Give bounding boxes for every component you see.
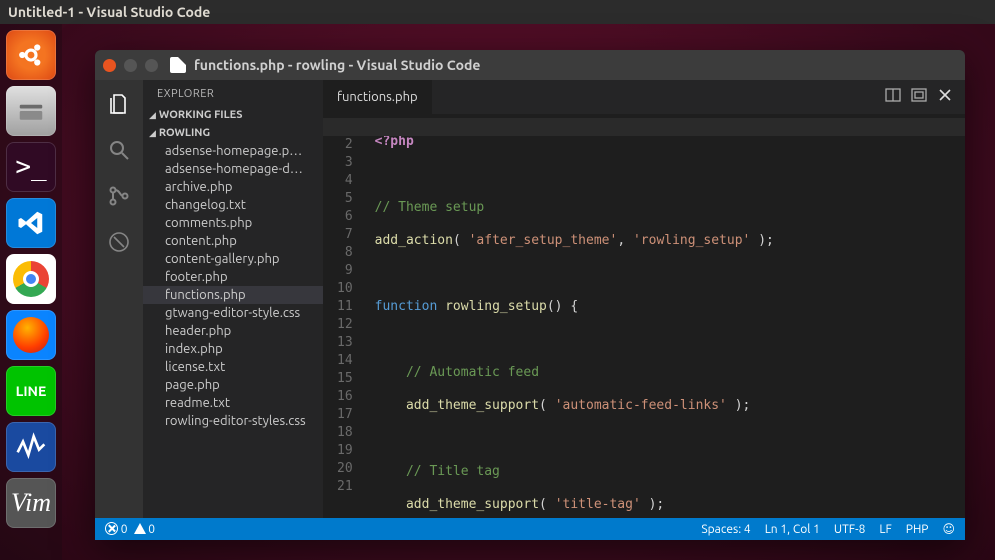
line-number: 9 xyxy=(337,262,353,280)
file-item[interactable]: content-gallery.php xyxy=(143,250,323,268)
line-number: 19 xyxy=(337,442,353,460)
file-item[interactable]: footer.php xyxy=(143,268,323,286)
section-label: ROWLING xyxy=(159,127,210,139)
close-editor-icon[interactable] xyxy=(937,87,953,107)
activity-search-icon[interactable] xyxy=(105,136,133,164)
desktop-top-panel: Untitled-1 - Visual Studio Code xyxy=(0,0,995,24)
editor-tabs: functions.php xyxy=(323,80,965,114)
explorer-sidebar: EXPLORER ◢WORKING FILES ◢ROWLING adsense… xyxy=(143,80,323,518)
line-number: 2 xyxy=(337,136,353,154)
file-item[interactable]: header.php xyxy=(143,322,323,340)
status-bar: 0 0 Spaces: 4 Ln 1, Col 1 UTF-8 LF PHP ☺ xyxy=(95,518,965,540)
line-number: 4 xyxy=(337,172,353,190)
launcher-terminal-icon[interactable]: >_ xyxy=(6,142,56,192)
launcher-firefox-icon[interactable] xyxy=(6,310,56,360)
line-number: 18 xyxy=(337,424,353,442)
line-number: 14 xyxy=(337,352,353,370)
status-errors[interactable]: 0 xyxy=(105,522,128,536)
file-item[interactable]: adsense-homepage-d… xyxy=(143,160,323,178)
editor-area: functions.php 12345678910111213141516171… xyxy=(323,80,965,518)
file-item[interactable]: adsense-homepage.p… xyxy=(143,142,323,160)
status-eol[interactable]: LF xyxy=(879,523,891,536)
line-number: 3 xyxy=(337,154,353,172)
launcher-line-icon[interactable]: LINE xyxy=(6,366,56,416)
window-close-icon[interactable] xyxy=(103,59,116,72)
file-item[interactable]: functions.php xyxy=(143,286,323,304)
status-language[interactable]: PHP xyxy=(906,523,929,536)
launcher-vscode-icon[interactable] xyxy=(6,198,56,248)
line-number: 1 xyxy=(337,118,353,136)
vscode-app-icon xyxy=(170,57,186,73)
line-number: 21 xyxy=(337,478,353,496)
line-number-gutter: 123456789101112131415161718192021 xyxy=(323,114,367,518)
top-panel-title: Untitled-1 - Visual Studio Code xyxy=(8,4,210,20)
launcher-dash-icon[interactable] xyxy=(6,30,56,80)
vscode-window: functions.php - rowling - Visual Studio … xyxy=(95,50,965,540)
file-item[interactable]: readme.txt xyxy=(143,394,323,412)
line-number: 16 xyxy=(337,388,353,406)
status-warnings[interactable]: 0 xyxy=(134,523,156,536)
line-number: 7 xyxy=(337,226,353,244)
status-feedback-icon[interactable]: ☺ xyxy=(942,522,955,536)
launcher-files-icon[interactable] xyxy=(6,86,56,136)
file-list: adsense-homepage.p…adsense-homepage-d…ar… xyxy=(143,142,323,430)
sidebar-section-folder[interactable]: ◢ROWLING xyxy=(143,124,323,142)
window-maximize-icon[interactable] xyxy=(145,59,158,72)
launcher-chrome-icon[interactable] xyxy=(6,254,56,304)
line-number: 5 xyxy=(337,190,353,208)
file-item[interactable]: index.php xyxy=(143,340,323,358)
file-item[interactable]: license.txt xyxy=(143,358,323,376)
line-number: 6 xyxy=(337,208,353,226)
file-item[interactable]: content.php xyxy=(143,232,323,250)
line-number: 17 xyxy=(337,406,353,424)
vscode-window-title: functions.php - rowling - Visual Studio … xyxy=(194,57,480,73)
activity-debug-icon[interactable] xyxy=(105,228,133,256)
editor-tab-functions[interactable]: functions.php xyxy=(323,80,433,114)
vscode-titlebar[interactable]: functions.php - rowling - Visual Studio … xyxy=(95,50,965,80)
section-label: WORKING FILES xyxy=(159,109,243,121)
sidebar-title: EXPLORER xyxy=(143,80,323,106)
editor-tab-label: functions.php xyxy=(337,90,418,104)
file-item[interactable]: archive.php xyxy=(143,178,323,196)
file-item[interactable]: page.php xyxy=(143,376,323,394)
code-text[interactable]: <?php // Theme setup add_action( 'after_… xyxy=(367,114,853,518)
status-indent[interactable]: Spaces: 4 xyxy=(701,523,750,536)
line-number: 10 xyxy=(337,280,353,298)
split-editor-icon[interactable] xyxy=(885,87,901,107)
file-item[interactable]: comments.php xyxy=(143,214,323,232)
line-number: 15 xyxy=(337,370,353,388)
more-actions-icon[interactable] xyxy=(911,87,927,107)
file-item[interactable]: rowling-editor-styles.css xyxy=(143,412,323,430)
line-number: 8 xyxy=(337,244,353,262)
unity-launcher: >_ LINE Vim xyxy=(0,24,62,560)
line-number: 20 xyxy=(337,460,353,478)
window-minimize-icon[interactable] xyxy=(124,59,137,72)
status-encoding[interactable]: UTF-8 xyxy=(834,523,865,536)
line-number: 11 xyxy=(337,298,353,316)
status-cursor[interactable]: Ln 1, Col 1 xyxy=(765,523,820,536)
activity-bar xyxy=(95,80,143,518)
launcher-system-monitor-icon[interactable] xyxy=(6,422,56,472)
activity-explorer-icon[interactable] xyxy=(105,90,133,118)
line-number: 13 xyxy=(337,334,353,352)
editor-content[interactable]: 123456789101112131415161718192021 <?php … xyxy=(323,114,965,518)
sidebar-section-working-files[interactable]: ◢WORKING FILES xyxy=(143,106,323,124)
line-number: 12 xyxy=(337,316,353,334)
launcher-vim-icon[interactable]: Vim xyxy=(6,478,56,528)
file-item[interactable]: changelog.txt xyxy=(143,196,323,214)
activity-git-icon[interactable] xyxy=(105,182,133,210)
file-item[interactable]: gtwang-editor-style.css xyxy=(143,304,323,322)
